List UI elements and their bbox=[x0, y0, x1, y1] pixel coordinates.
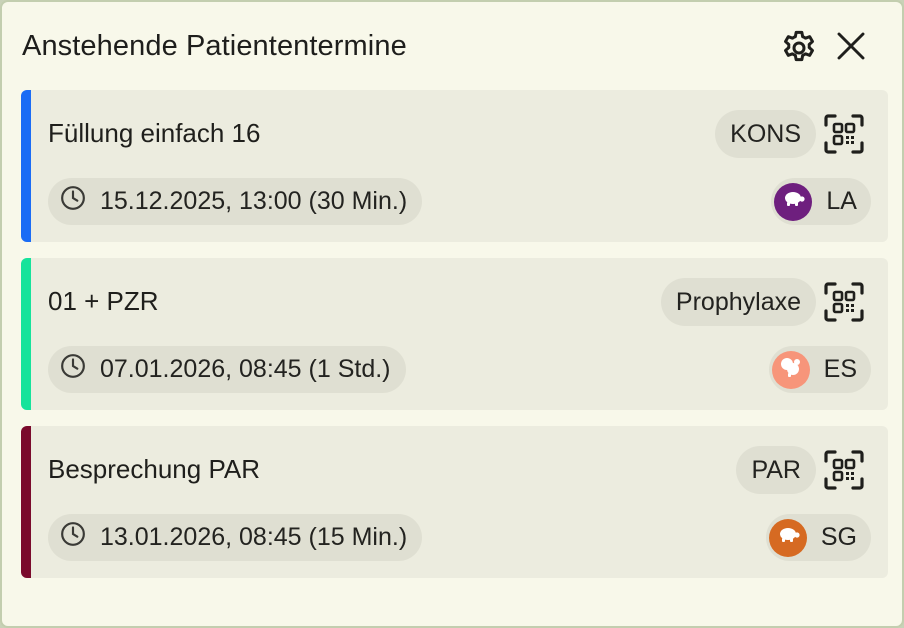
turtle-icon bbox=[780, 187, 806, 216]
appointment-datetime: 15.12.2025, 13:00 (30 Min.) bbox=[100, 187, 408, 215]
settings-button[interactable] bbox=[778, 27, 820, 69]
staff-initials: LA bbox=[826, 187, 857, 215]
avatar bbox=[774, 182, 813, 221]
appointment-datetime: 07.01.2026, 08:45 (1 Std.) bbox=[100, 355, 391, 383]
gear-icon bbox=[779, 26, 819, 71]
squirrel-icon bbox=[778, 354, 804, 385]
appointment-datetime: 13.01.2026, 08:45 (15 Min.) bbox=[100, 523, 408, 551]
clock-icon bbox=[60, 353, 100, 386]
appointment-color-bar bbox=[21, 90, 31, 242]
turtle-icon bbox=[775, 523, 801, 552]
appointment-card[interactable]: Füllung einfach 16 KONS 15.12.2025, 13:0… bbox=[21, 90, 888, 242]
appointment-title: Besprechung PAR bbox=[48, 454, 260, 484]
panel-header: Anstehende Patiententermine bbox=[22, 26, 878, 66]
qr-code-icon[interactable] bbox=[824, 282, 864, 322]
appointments-panel: Anstehende Patiententermine Füllung einf… bbox=[0, 0, 904, 628]
clock-icon bbox=[60, 185, 100, 218]
qr-code-icon[interactable] bbox=[824, 450, 864, 490]
staff-initials: ES bbox=[823, 355, 857, 383]
clock-icon bbox=[60, 521, 100, 554]
appointment-color-bar bbox=[21, 426, 31, 578]
appointment-card[interactable]: 01 + PZR Prophylaxe 07.01.2026, 08:45 (1… bbox=[21, 258, 888, 410]
appointment-category-badge: PAR bbox=[736, 446, 816, 494]
avatar bbox=[768, 518, 807, 557]
staff-chip: LA bbox=[771, 178, 871, 225]
appointment-color-bar bbox=[21, 258, 31, 410]
panel-title: Anstehende Patiententermine bbox=[22, 30, 407, 62]
staff-chip: ES bbox=[768, 346, 871, 393]
appointment-card[interactable]: Besprechung PAR PAR 13.01.2026, 08:45 (1… bbox=[21, 426, 888, 578]
close-icon bbox=[835, 30, 867, 67]
appointment-title: 01 + PZR bbox=[48, 286, 159, 316]
appointment-category-badge: Prophylaxe bbox=[660, 278, 816, 326]
staff-chip: SG bbox=[765, 514, 871, 561]
appointment-time-chip: 15.12.2025, 13:00 (30 Min.) bbox=[48, 178, 423, 225]
appointment-title: Füllung einfach 16 bbox=[48, 118, 261, 148]
appointment-time-chip: 07.01.2026, 08:45 (1 Std.) bbox=[48, 346, 406, 393]
appointment-time-chip: 13.01.2026, 08:45 (15 Min.) bbox=[48, 514, 423, 561]
qr-code-icon[interactable] bbox=[824, 114, 864, 154]
close-button[interactable] bbox=[830, 27, 872, 69]
avatar bbox=[771, 350, 810, 389]
appointment-category-badge: KONS bbox=[715, 110, 816, 158]
staff-initials: SG bbox=[820, 523, 857, 551]
